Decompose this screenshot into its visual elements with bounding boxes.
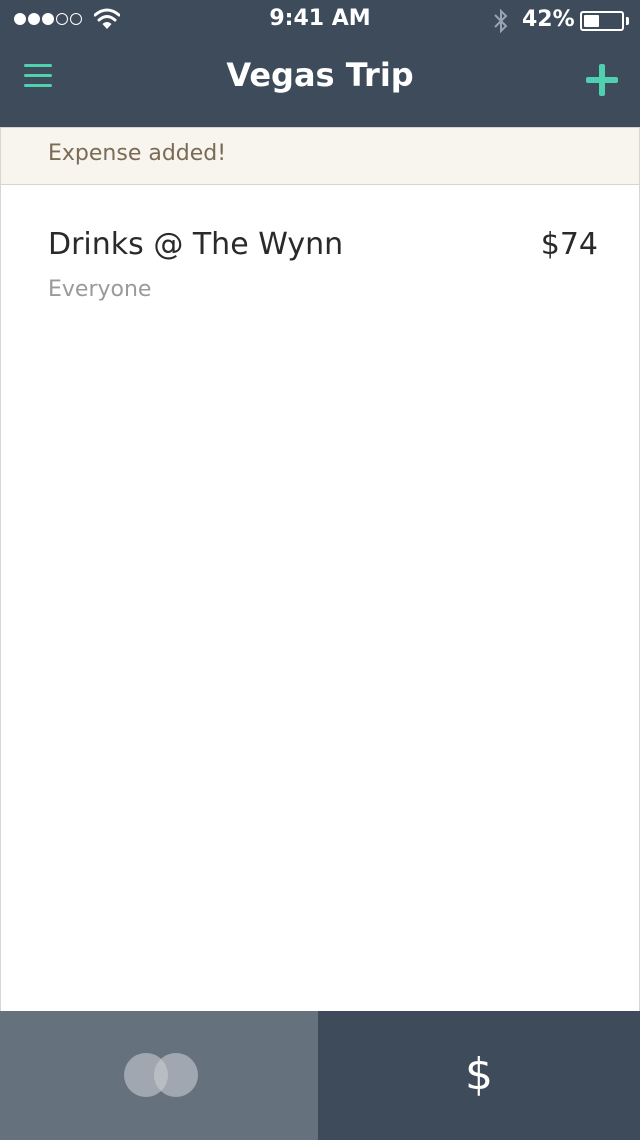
tab-people[interactable]	[0, 1011, 318, 1140]
battery-tip	[626, 17, 629, 25]
people-circles-icon	[124, 1053, 198, 1097]
tab-expenses[interactable]: $	[318, 1011, 640, 1140]
app-header: 9:41 AM 42% Vegas Trip	[0, 0, 640, 127]
battery-percent: 42%	[522, 7, 575, 32]
expense-list: Drinks @ The Wynn $74 Everyone	[0, 185, 640, 1011]
notification-message: Expense added!	[48, 141, 227, 166]
expense-row[interactable]: Drinks @ The Wynn $74 Everyone	[1, 185, 639, 325]
tab-bar: $	[0, 1011, 640, 1140]
expense-name: Drinks @ The Wynn	[48, 227, 344, 262]
status-bar: 9:41 AM 42%	[0, 0, 640, 42]
expense-split: Everyone	[48, 277, 152, 302]
page-title: Vegas Trip	[226, 56, 414, 94]
bluetooth-icon	[494, 8, 508, 34]
notification-banner: Expense added!	[0, 127, 640, 185]
dollar-icon: $	[465, 1049, 493, 1100]
nav-bar: Vegas Trip	[0, 42, 640, 127]
add-expense-button[interactable]	[586, 64, 618, 96]
expense-amount: $74	[540, 227, 598, 262]
battery-icon	[580, 11, 624, 31]
